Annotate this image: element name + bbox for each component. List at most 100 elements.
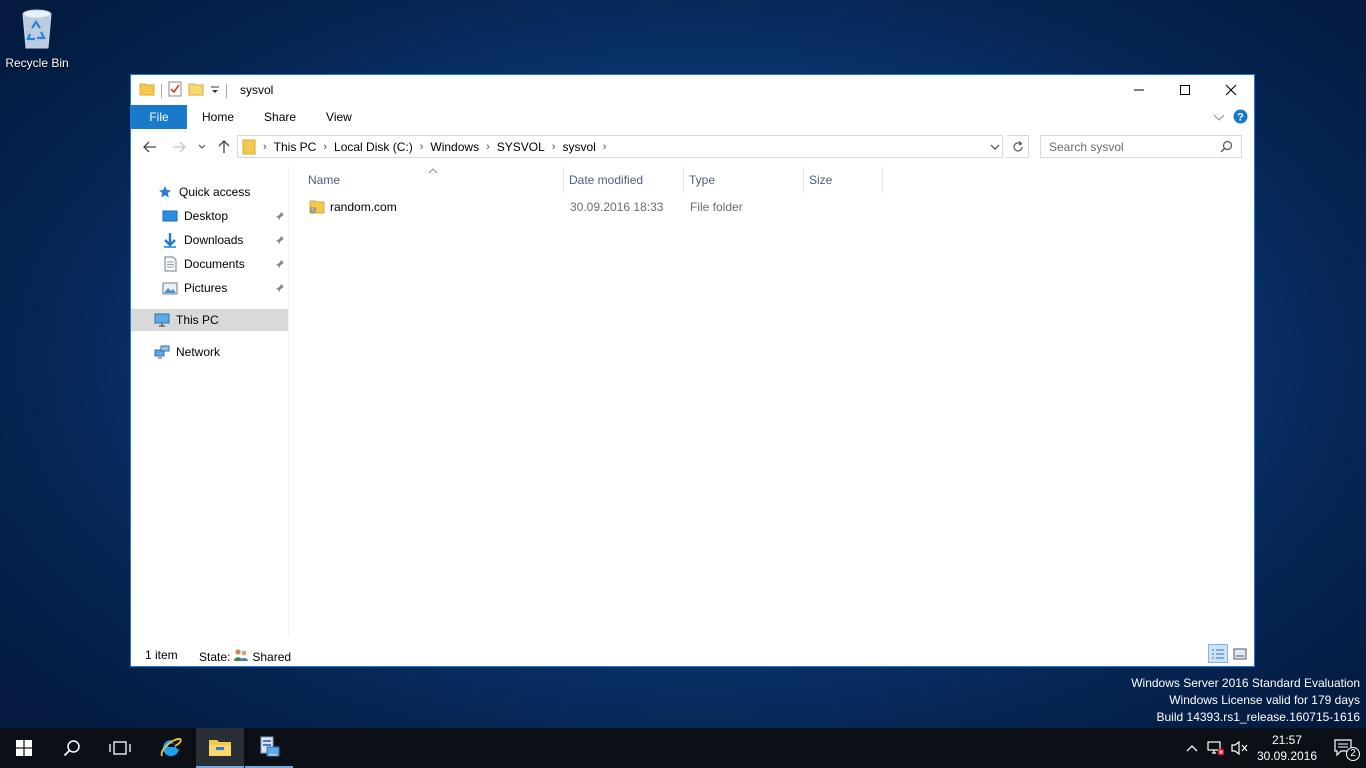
breadcrumb-local-disk[interactable]: Local Disk (C:) [331,136,416,157]
breadcrumb-this-pc[interactable]: This PC [271,136,320,157]
file-date-modified: 30.09.2016 18:33 [570,200,664,214]
column-header-size[interactable]: Size [792,167,872,193]
pin-icon[interactable] [275,258,285,272]
address-row: › This PC › Local Disk (C:) › Windows › … [131,133,1254,161]
details-view-icon [1212,649,1224,658]
clock[interactable]: 21:57 30.09.2016 [1252,732,1322,764]
column-divider[interactable] [882,167,883,193]
address-bar[interactable]: › This PC › Local Disk (C:) › Windows › … [237,135,1003,158]
file-explorer-window: sysvol File Home Share View ? › This PC … [130,74,1255,667]
column-header-name[interactable]: Name [291,167,563,193]
breadcrumb-chevron-icon[interactable]: › [482,141,494,153]
watermark-license: Windows License valid for 179 days [1169,693,1360,707]
properties-icon[interactable] [168,81,182,100]
forward-button[interactable] [170,138,188,156]
title-bar: sysvol [131,75,1254,104]
file-name: random.com [330,200,397,214]
help-icon[interactable]: ? [1233,109,1248,127]
server-manager-button[interactable] [245,728,293,768]
tab-view[interactable]: View [311,105,367,129]
details-view-button[interactable] [1208,644,1228,663]
windows-logo-icon [16,740,32,756]
watermark-edition: Windows Server 2016 Standard Evaluation [1131,676,1360,690]
network-status-button[interactable] [1204,728,1228,768]
pin-icon[interactable] [275,210,285,224]
status-bar: 1 item State: Shared [131,642,1254,666]
pin-icon[interactable] [275,282,285,296]
search-input[interactable]: Search sysvol [1040,135,1242,158]
recycle-bin-label: Recycle Bin [5,56,69,70]
nav-item-network[interactable]: Network [131,341,288,363]
window-controls [1116,75,1254,104]
sharing-state: State: Shared [199,648,291,665]
file-explorer-icon [209,740,231,756]
taskbar: 21:57 30.09.2016 2 [0,728,1366,768]
internet-explorer-button[interactable] [147,728,195,768]
nav-item-this-pc[interactable]: This PC [131,309,288,331]
svg-text:?: ? [1237,112,1244,124]
network-disconnected-icon [1207,741,1225,756]
breadcrumb-windows[interactable]: Windows [427,136,482,157]
nav-label-documents: Documents [184,257,245,271]
show-hidden-icons-button[interactable] [1180,728,1204,768]
breadcrumb-chevron-icon[interactable]: › [259,141,271,153]
expand-ribbon-chevron-icon[interactable] [1213,111,1225,125]
system-tray: 21:57 30.09.2016 2 [1180,728,1366,768]
volume-button[interactable] [1228,728,1252,768]
tab-share[interactable]: Share [249,105,311,129]
folder-icon [139,82,155,99]
windows-watermark: Windows Server 2016 Standard Evaluation … [1131,675,1360,726]
breadcrumb-chevron-icon[interactable]: › [319,141,331,153]
minimize-button[interactable] [1116,75,1162,104]
ribbon-right-controls: ? [1213,109,1248,127]
search-placeholder: Search sysvol [1049,139,1124,154]
close-button[interactable] [1208,75,1254,104]
window-title: sysvol [240,83,274,97]
start-button[interactable] [0,728,48,768]
chevron-up-icon [1186,745,1198,752]
document-icon [162,256,178,272]
nav-item-desktop[interactable]: Desktop [131,205,288,227]
back-button[interactable] [141,138,159,156]
up-button[interactable] [215,138,233,156]
customize-qat-icon[interactable] [210,84,220,98]
search-icon [1220,140,1233,156]
breadcrumb-chevron-icon[interactable]: › [599,141,611,153]
table-row[interactable]: random.com 30.09.2016 18:33 File folder [291,197,1011,217]
qat-divider [226,83,227,98]
new-folder-icon[interactable] [188,82,204,99]
breadcrumb-sysvol-upper[interactable]: SYSVOL [494,136,548,157]
recycle-bin-shortcut[interactable]: Recycle Bin [4,6,70,70]
large-icons-view-button[interactable] [1230,644,1250,663]
close-icon [1225,84,1237,95]
nav-item-documents[interactable]: Documents [131,253,288,275]
tab-home[interactable]: Home [187,105,249,129]
search-icon [63,740,80,757]
back-arrow-icon [143,141,156,153]
action-center-button[interactable]: 2 [1322,728,1366,768]
pictures-icon [162,280,178,296]
notification-count-badge: 2 [1346,747,1360,761]
breadcrumb-chevron-icon[interactable]: › [416,141,428,153]
shared-folder-icon [309,198,325,217]
address-dropdown-icon[interactable] [990,140,1000,154]
breadcrumb-chevron-icon[interactable]: › [548,141,560,153]
refresh-button[interactable] [1007,135,1029,158]
task-view-button[interactable] [96,728,144,768]
file-type: File folder [690,200,743,214]
search-button[interactable] [48,728,96,768]
column-header-date-modified[interactable]: Date modified [552,167,672,193]
file-explorer-taskbar-button[interactable] [196,728,244,768]
nav-item-downloads[interactable]: Downloads [131,229,288,251]
pin-icon[interactable] [275,234,285,248]
breadcrumb-sysvol[interactable]: sysvol [559,136,598,157]
refresh-icon [1012,140,1023,152]
recent-locations-button[interactable] [195,138,209,156]
column-header-type[interactable]: Type [672,167,792,193]
navigation-pane: Quick access Desktop Downloads Documents [131,167,289,637]
nav-item-quick-access[interactable]: Quick access [131,181,288,203]
tab-file[interactable]: File [131,105,187,129]
maximize-button[interactable] [1162,75,1208,104]
state-value: Shared [252,649,292,664]
nav-item-pictures[interactable]: Pictures [131,277,288,299]
